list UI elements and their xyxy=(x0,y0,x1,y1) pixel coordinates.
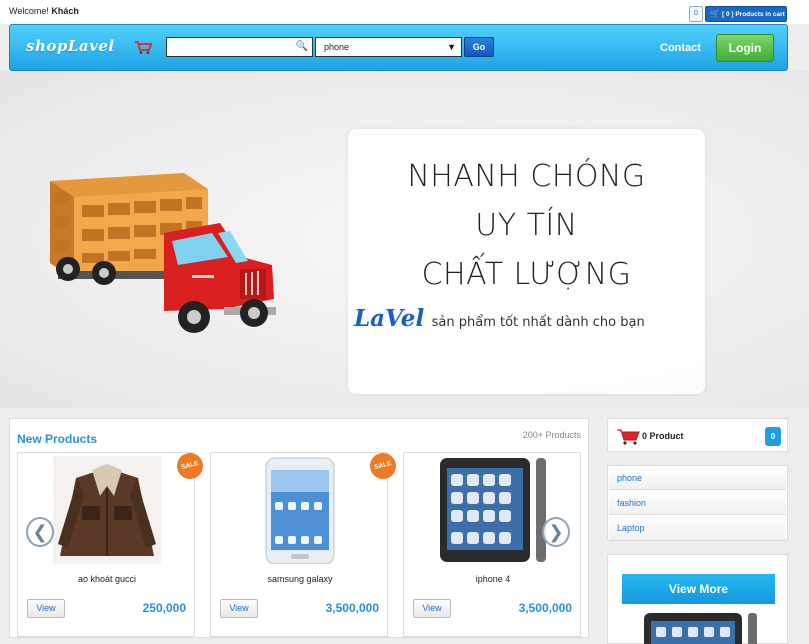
cart-top-button[interactable]: 🛒[ 0 ] Products in cart xyxy=(705,6,787,22)
user-name: Khách xyxy=(51,6,79,16)
welcome-prefix: Welcome! xyxy=(9,6,49,16)
top-bar: Welcome! Khách 0 🛒[ 0 ] Products in cart xyxy=(0,0,809,24)
go-button[interactable]: Go xyxy=(464,37,494,57)
category-item-fashion[interactable]: fashion xyxy=(609,492,786,515)
new-products-title: New Products xyxy=(17,432,98,446)
cart-top-label: [ 0 ] Products in cart xyxy=(721,11,785,18)
brand-row: LaVel sản phẩm tốt nhất dành cho bạn xyxy=(354,305,645,332)
featured-phone-image xyxy=(644,613,757,644)
category-select-value: phone xyxy=(324,42,350,52)
delivery-truck-image xyxy=(50,173,276,333)
carousel-prev-icon[interactable]: ❮ xyxy=(26,517,54,547)
view-button[interactable]: View xyxy=(220,599,258,618)
shopping-cart-icon xyxy=(617,429,640,445)
cart-count-badge: 0 xyxy=(765,427,781,446)
login-button[interactable]: Login xyxy=(716,34,774,62)
hero-banner: NHANH CHÓNG UY TÍN CHẤT LƯỢNG LaVel sản … xyxy=(0,71,809,408)
search-field[interactable]: 🔍 xyxy=(166,37,313,57)
cart-icon: 🛒 xyxy=(710,9,720,18)
search-icon[interactable]: 🔍 xyxy=(296,41,308,52)
product-name[interactable]: samsung galaxy xyxy=(211,574,389,584)
dropdown-arrow-icon: ▼ xyxy=(447,42,456,52)
slogan-line-2: UY TÍN xyxy=(475,208,578,243)
view-button[interactable]: View xyxy=(27,599,65,618)
slogan-box: NHANH CHÓNG UY TÍN CHẤT LƯỢNG LaVel sản … xyxy=(348,129,705,394)
sidebar-cart[interactable]: 0 Product 0 xyxy=(607,418,788,452)
new-products-panel: New Products 200+ Products SALE ao khoát… xyxy=(9,418,589,638)
view-button[interactable]: View xyxy=(413,599,451,618)
contact-link[interactable]: Contact xyxy=(660,42,701,54)
slogan-line-3: CHẤT LƯỢNG xyxy=(421,257,632,292)
product-price: 3,500,000 xyxy=(518,601,572,615)
products-count: 200+ Products xyxy=(522,430,581,440)
carousel-next-icon[interactable]: ❯ xyxy=(542,517,570,547)
product-name[interactable]: ao khoát gucci xyxy=(18,574,196,584)
cart-product-label: 0 Product xyxy=(642,431,684,441)
logo[interactable]: shopLavel xyxy=(26,37,115,55)
header: shopLavel 🔍 phone ▼ Go Contact Login xyxy=(9,24,788,71)
product-image-iphone xyxy=(440,458,546,562)
category-item-phone[interactable]: phone xyxy=(609,467,786,490)
brand-tagline: sản phẩm tốt nhất dành cho bạn xyxy=(431,315,645,330)
brand-logo: LaVel xyxy=(354,305,425,332)
welcome-text: Welcome! Khách xyxy=(9,6,79,16)
search-input[interactable] xyxy=(167,39,295,57)
product-card[interactable]: SALE samsung galaxy View 3,500,000 xyxy=(210,450,399,637)
category-list: phone fashion Laptop xyxy=(607,465,788,541)
view-more-button[interactable]: View More xyxy=(622,574,775,604)
slogan-line-1: NHANH CHÓNG xyxy=(407,159,646,194)
logo-cart-icon xyxy=(135,41,152,54)
category-item-laptop[interactable]: Laptop xyxy=(609,517,786,540)
category-select[interactable]: phone ▼ xyxy=(315,37,462,57)
product-name[interactable]: iphone 4 xyxy=(404,574,582,584)
product-image-jacket xyxy=(53,456,161,564)
mini-cart-count[interactable]: 0 xyxy=(689,6,703,22)
product-image-samsung xyxy=(265,457,335,564)
product-price: 250,000 xyxy=(142,601,186,615)
product-price: 3,500,000 xyxy=(325,601,379,615)
view-more-panel: View More xyxy=(607,554,788,644)
